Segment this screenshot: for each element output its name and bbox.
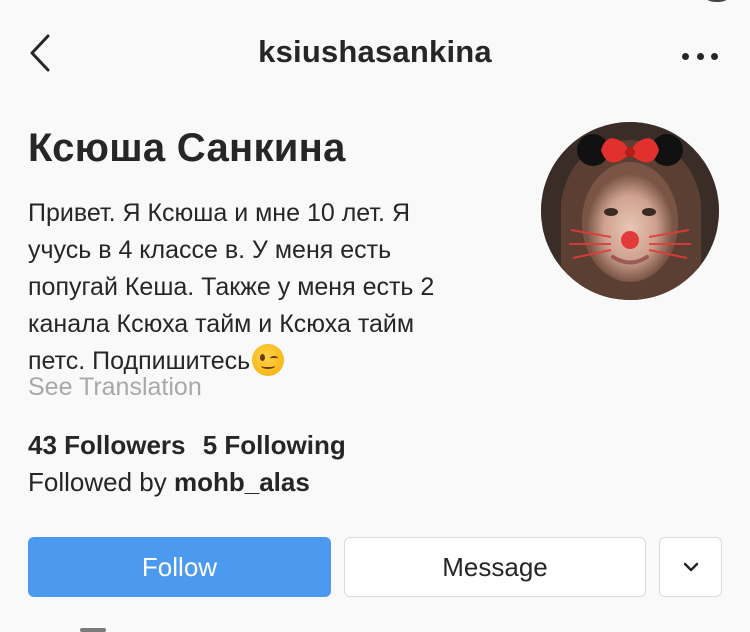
following-count[interactable]: 5 Following [203,430,346,460]
bio-line: канала Ксюха тайм и Ксюха тайм [28,310,415,338]
bio-line: учусь в 4 классе в. У меня есть [28,236,392,264]
status-bar [40,0,180,2]
bio-line: Привет. Я Ксюша и мне 10 лет. Я [28,199,410,227]
status-indicator [706,0,728,2]
follow-button[interactable]: Follow [28,537,331,597]
message-button[interactable]: Message [344,537,646,597]
avatar-image [541,122,719,300]
message-button-label: Message [442,551,548,582]
partial-icon [80,628,106,632]
see-translation-link[interactable]: See Translation [28,373,202,402]
profile-bio: Привет. Я Ксюша и мне 10 лет. Я учусь в … [28,195,528,380]
followed-by-user[interactable]: mohb_alas [174,467,310,497]
bio-line: петс. Подпишитесь [28,347,251,375]
bio-line: попугай Кеша. Также у меня есть 2 [28,273,435,301]
followed-by-prefix: Followed by [28,467,167,497]
profile-full-name: Ксюша Санкина [28,126,346,170]
header-username: ksiushasankina [258,34,492,69]
more-options-button[interactable] [682,50,718,62]
more-horizontal-icon-dot [696,52,704,60]
profile-header: ksiushasankina [0,20,750,90]
more-horizontal-icon-dot [682,52,689,60]
follow-button-label: Follow [141,551,218,582]
more-horizontal-icon-dot [711,52,718,60]
avatar[interactable] [541,122,719,300]
followed-by: Followed by mohb_alas [28,467,310,498]
chevron-down-icon [683,562,698,572]
suggested-accounts-button[interactable] [659,537,722,597]
winking-face-icon [252,344,285,376]
profile-stats: 43 Followers 5 Following [28,430,356,461]
followers-count[interactable]: 43 Followers [28,430,186,460]
